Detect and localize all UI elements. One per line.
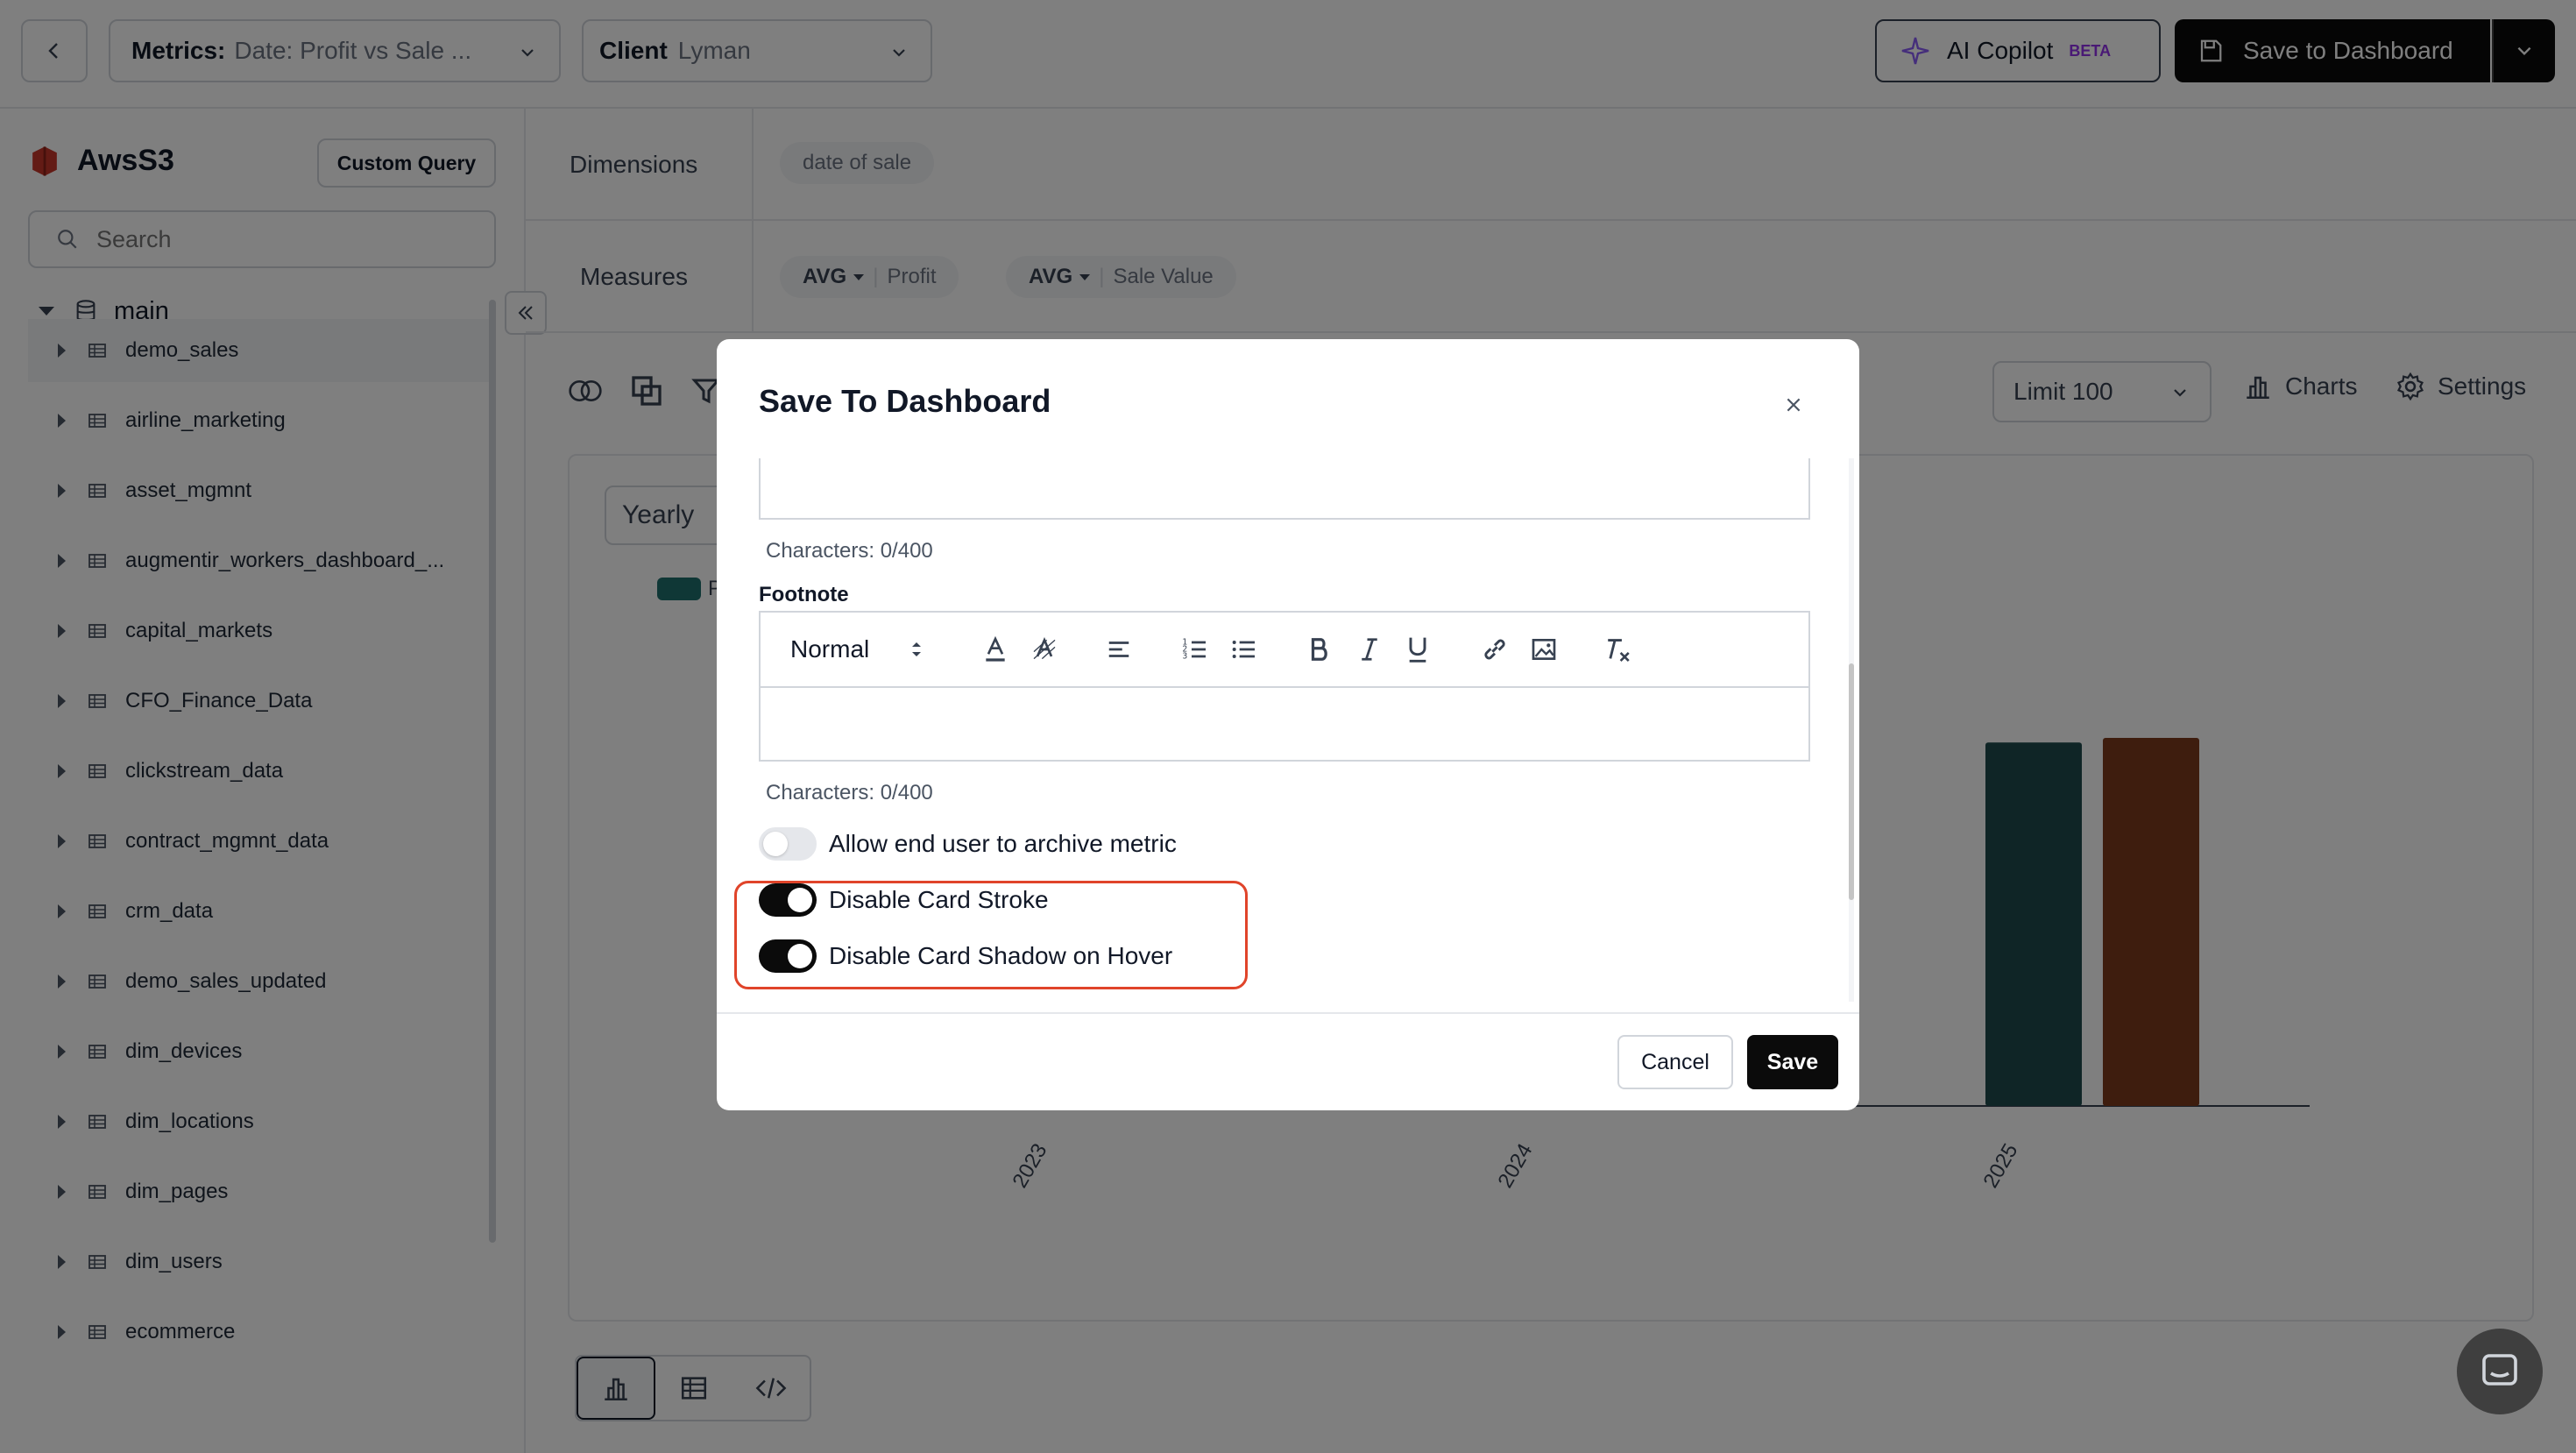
footnote-editor: Normal 123 — [759, 611, 1810, 762]
ordered-list-button[interactable]: 123 — [1181, 613, 1209, 686]
card-stroke-switch[interactable] — [759, 883, 817, 917]
footnote-text-area[interactable] — [761, 688, 1808, 760]
bullet-list-button[interactable] — [1230, 613, 1258, 686]
ordered-list-icon: 123 — [1182, 638, 1206, 662]
card-stroke-label: Disable Card Stroke — [829, 886, 1049, 913]
align-left-icon — [1108, 641, 1129, 657]
save-button[interactable]: Save — [1747, 1035, 1838, 1089]
cancel-button[interactable]: Cancel — [1617, 1035, 1733, 1089]
description-editor[interactable] — [759, 458, 1810, 520]
up-down-arrows-icon — [912, 642, 922, 656]
link-button[interactable] — [1481, 613, 1509, 686]
footnote-label: Footnote — [759, 583, 849, 606]
text-color-button[interactable] — [981, 613, 1009, 686]
modal-scrollbar[interactable] — [1849, 458, 1854, 1002]
italic-button[interactable] — [1358, 613, 1381, 686]
modal-scrollbar-thumb[interactable] — [1849, 663, 1854, 900]
archive-metric-switch[interactable] — [759, 827, 817, 861]
switch-knob — [788, 944, 812, 968]
modal-footer: Cancel Save — [717, 1012, 1859, 1110]
italic-icon — [1362, 638, 1377, 661]
clear-format-button[interactable] — [1603, 613, 1633, 686]
align-button[interactable] — [1106, 613, 1132, 686]
close-icon[interactable] — [1784, 395, 1803, 415]
underline-button[interactable] — [1405, 613, 1430, 686]
switch-knob — [788, 888, 812, 912]
toggle-row-card-stroke[interactable]: Disable Card Stroke — [759, 881, 1232, 919]
switch-knob — [763, 832, 788, 856]
toggle-row-card-shadow[interactable]: Disable Card Shadow on Hover — [759, 937, 1232, 975]
modal-body: Characters: 0/400 Footnote Normal 123 Ch… — [717, 458, 1859, 1002]
footnote-char-count: Characters: 0/400 — [766, 781, 933, 804]
highlight-icon — [1033, 636, 1056, 660]
link-icon — [1484, 639, 1505, 660]
save-to-dashboard-modal: Save To Dashboard Characters: 0/400 Foot… — [717, 339, 1859, 1110]
image-button[interactable] — [1530, 613, 1558, 686]
format-select[interactable]: Normal — [790, 613, 924, 686]
chat-icon — [2482, 1354, 2517, 1386]
image-icon — [1532, 639, 1556, 660]
chat-launcher-button[interactable] — [2457, 1329, 2543, 1414]
underline-icon — [1409, 637, 1426, 663]
text-color-icon — [986, 635, 1005, 662]
modal-title: Save To Dashboard — [759, 383, 1051, 419]
bold-button[interactable] — [1307, 613, 1332, 686]
archive-metric-label: Allow end user to archive metric — [829, 830, 1177, 857]
bold-icon — [1311, 638, 1327, 661]
clear-format-icon — [1608, 639, 1630, 663]
description-char-count: Characters: 0/400 — [766, 539, 933, 563]
footnote-toolbar: Normal 123 — [761, 613, 1808, 688]
format-select-value: Normal — [790, 635, 870, 663]
toggle-row-archive[interactable]: Allow end user to archive metric — [759, 825, 1372, 863]
card-shadow-label: Disable Card Shadow on Hover — [829, 942, 1173, 969]
bullet-list-icon — [1232, 641, 1255, 658]
svg-text:3: 3 — [1182, 652, 1187, 662]
background-color-button[interactable] — [1030, 613, 1058, 686]
card-shadow-switch[interactable] — [759, 939, 817, 973]
